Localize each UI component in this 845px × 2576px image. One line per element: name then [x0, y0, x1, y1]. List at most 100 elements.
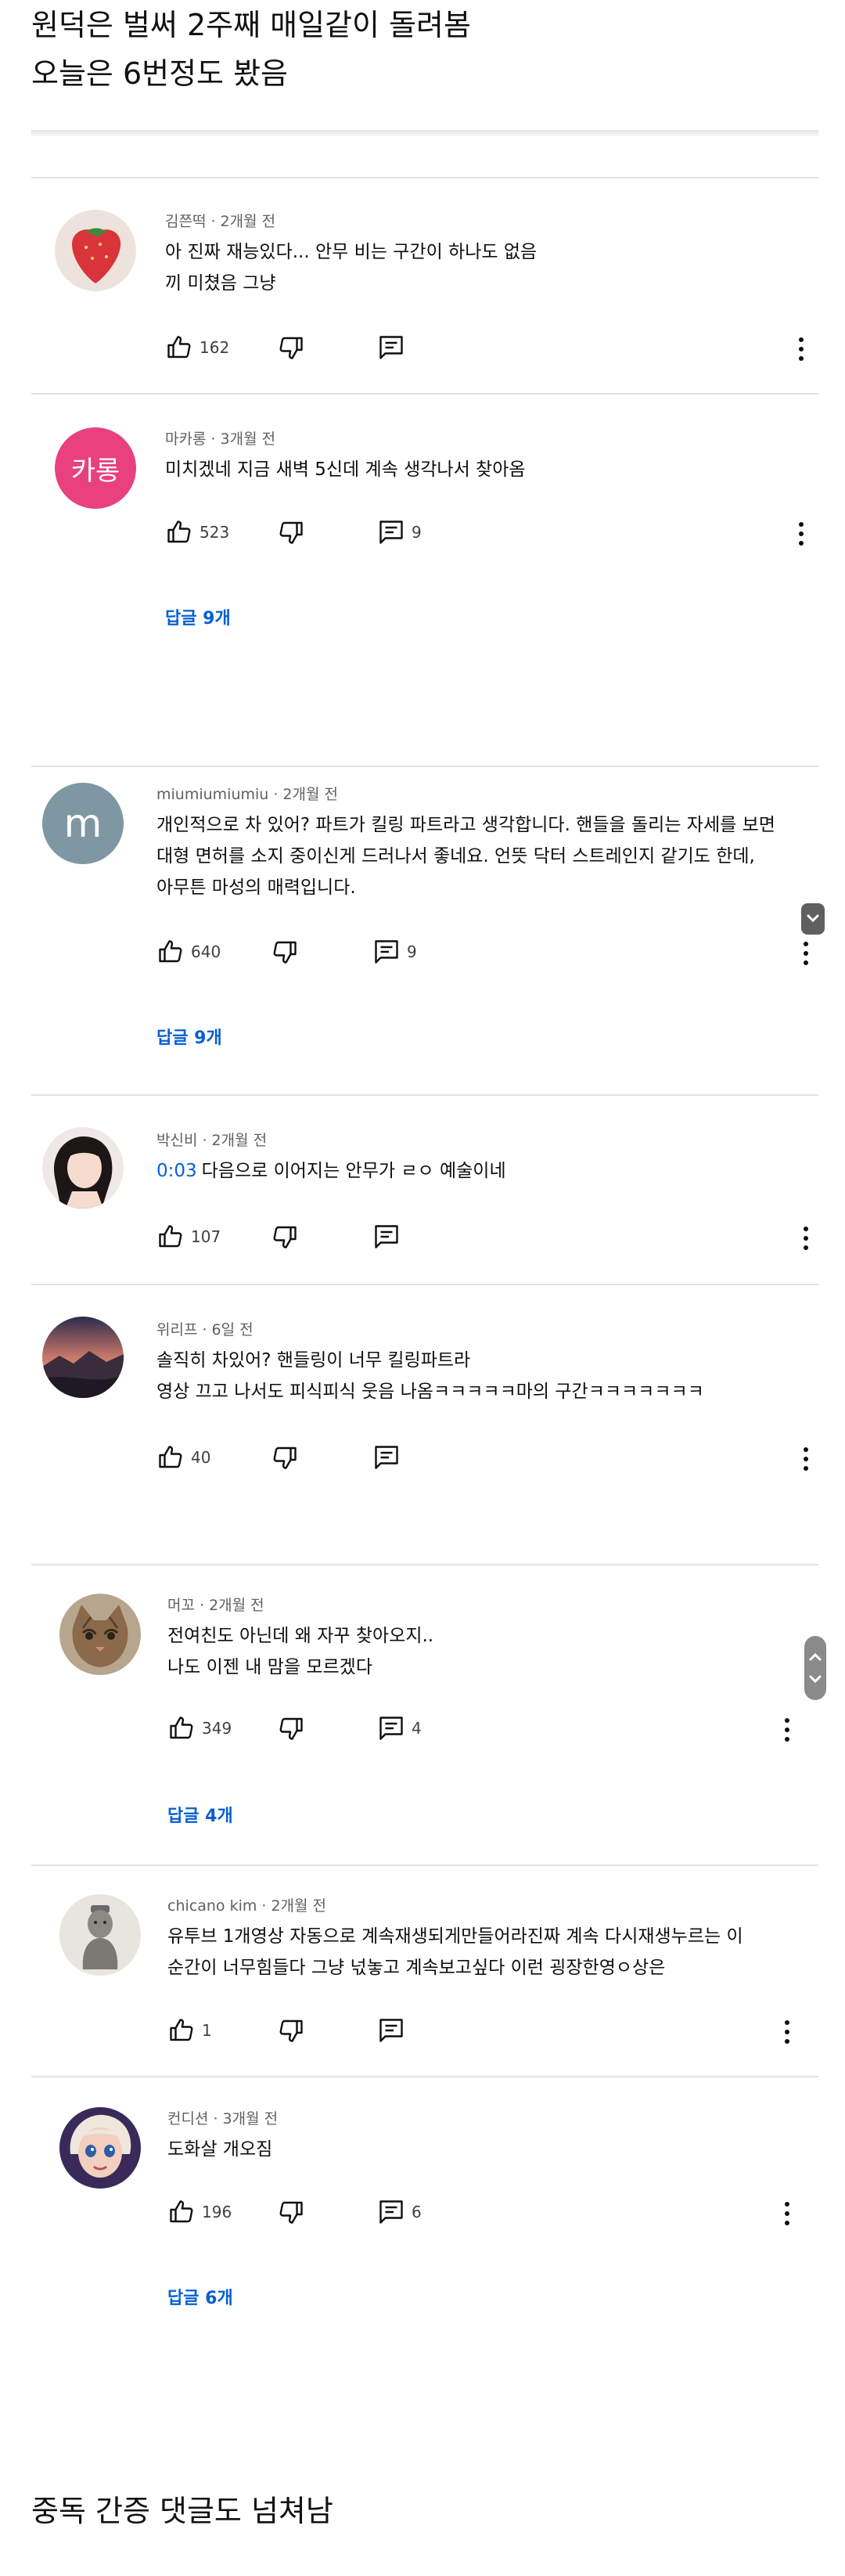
comment-divider: [31, 177, 818, 178]
dislike-button[interactable]: [277, 332, 305, 363]
reply-button[interactable]: [377, 2015, 405, 2046]
more-options-icon[interactable]: [796, 333, 806, 365]
comment-author-meta[interactable]: miumiumiumiu · 2개월 전: [156, 783, 338, 804]
comment-reply-icon: [375, 1225, 398, 1248]
comment-reply-icon: [375, 940, 398, 964]
view-replies-link[interactable]: 답글 9개: [165, 604, 231, 629]
dislike-button[interactable]: [277, 2196, 305, 2228]
dislike-button[interactable]: [271, 936, 299, 967]
comment-text: 개인적으로 차 있어? 파트가 킬링 파트라고 생각합니다. 핸들을 돌리는 자…: [156, 809, 814, 903]
like-button[interactable]: 40: [156, 1442, 210, 1473]
scroll-up-down-control-icon[interactable]: [804, 1636, 826, 1700]
reply-count: 9: [407, 942, 417, 961]
thumbs-up-icon: [167, 521, 191, 543]
like-button[interactable]: 107: [156, 1221, 221, 1252]
post-headline-line2: 오늘은 6번정도 봤음: [31, 56, 289, 91]
dislike-button[interactable]: [277, 2015, 305, 2046]
more-options-icon[interactable]: [801, 1223, 811, 1254]
comment-text: 전여친도 아닌데 왜 자꾸 찾아오지.. 나도 이젠 내 맘을 모르겠다: [167, 1620, 840, 1683]
comment-text-line: 개인적으로 차 있어? 파트가 킬링 파트라고 생각합니다. 핸들을 돌리는 자…: [156, 815, 775, 835]
like-button[interactable]: 162: [165, 332, 229, 363]
girl-portrait-avatar-image: [42, 1127, 124, 1209]
more-options-icon[interactable]: [801, 1443, 811, 1475]
dislike-button[interactable]: [277, 1713, 305, 1744]
like-count: 107: [191, 1227, 221, 1246]
comment-author-meta[interactable]: 박신비 · 2개월 전: [156, 1129, 267, 1150]
comment-author-meta[interactable]: chicano kim · 2개월 전: [167, 1894, 326, 1915]
thumbs-down-icon: [279, 521, 303, 544]
comment-author-meta[interactable]: 컨디션 · 3개월 전: [167, 2107, 278, 2128]
comment-text-line: 대형 면허를 소지 중이신게 드러나서 좋네요. 언뜻 닥터 스트레인지 같기도…: [156, 846, 755, 866]
like-button[interactable]: 1: [167, 2015, 212, 2046]
like-button[interactable]: 196: [167, 2196, 232, 2228]
figurine-avatar-image: [59, 1894, 141, 1976]
view-replies-link[interactable]: 답글 6개: [167, 2284, 233, 2309]
reply-button[interactable]: [372, 1442, 401, 1473]
like-count: 523: [200, 523, 230, 542]
reply-count: 4: [412, 1719, 422, 1738]
reply-button[interactable]: 9: [372, 936, 417, 967]
scroll-down-indicator-icon[interactable]: [801, 903, 825, 935]
more-options-icon[interactable]: [796, 518, 806, 549]
comment-text-line: 도화살 개오짐: [167, 2139, 273, 2160]
dislike-button[interactable]: [271, 1442, 299, 1473]
reply-count: 9: [412, 523, 422, 542]
view-replies-link[interactable]: 답글 4개: [167, 1802, 233, 1827]
post-headline-line1: 원덕은 벌써 2주째 매일같이 돌려봄: [31, 8, 471, 42]
comment-text-line: 끼 미쳤음 그냥: [165, 273, 276, 294]
like-button[interactable]: 523: [165, 517, 229, 548]
like-count: 40: [191, 1448, 211, 1467]
dislike-button[interactable]: [271, 1221, 299, 1252]
thumbs-down-icon: [279, 2201, 303, 2224]
dislike-button[interactable]: [277, 517, 305, 548]
view-replies-link[interactable]: 답글 9개: [156, 1024, 222, 1049]
like-button[interactable]: 640: [156, 936, 221, 967]
reply-button[interactable]: 9: [377, 517, 422, 548]
like-count: 640: [191, 942, 221, 961]
avatar[interactable]: 카롱: [55, 427, 136, 509]
comment-text-line: 아무튼 마성의 매력입니다.: [156, 877, 356, 898]
thumbs-down-icon: [279, 1717, 303, 1740]
thumbs-down-icon: [273, 1226, 297, 1248]
avatar-initials: 카롱: [70, 455, 120, 487]
post-caption: 중독 간증 댓글도 넘쳐남: [31, 2494, 333, 2528]
comment-divider: [31, 1284, 818, 1285]
like-count: 349: [202, 1719, 232, 1738]
comment-text-line: 아 진짜 재능있다... 안무 비는 구간이 하나도 없음: [165, 242, 538, 262]
comment-text-line: 미치겠네 지금 새벽 5신데 계속 생각나서 찾아옴: [165, 459, 526, 480]
comment-text: 0:03 다음으로 이어지는 안무가 ㄹㅇ 예술이네: [156, 1155, 829, 1187]
video-timestamp-link[interactable]: 0:03: [156, 1161, 197, 1181]
comment-divider: [31, 2076, 818, 2077]
comment-divider: [31, 1864, 818, 1866]
thumbs-up-icon: [167, 336, 191, 358]
reply-button[interactable]: 6: [377, 2196, 422, 2228]
reply-button[interactable]: [372, 1221, 401, 1252]
reply-count: 6: [412, 2203, 422, 2221]
avatar[interactable]: [59, 1594, 141, 1675]
comment-author-meta[interactable]: 김쯘떡 · 2개월 전: [165, 210, 275, 231]
avatar[interactable]: m: [42, 783, 124, 864]
more-options-icon[interactable]: [782, 1714, 792, 1746]
comment-text-line: 다음으로 이어지는 안무가 ㄹㅇ 예술이네: [201, 1161, 506, 1181]
thumbs-up-icon: [170, 1717, 193, 1739]
comment-author-meta[interactable]: 마카롱 · 3개월 전: [165, 427, 275, 449]
avatar[interactable]: [59, 2107, 141, 2189]
comment-author-meta[interactable]: 머꼬 · 2개월 전: [167, 1594, 264, 1615]
reply-button[interactable]: 4: [377, 1713, 422, 1744]
comment-text: 도화살 개오짐: [167, 2134, 840, 2165]
thumbs-up-icon: [170, 2200, 193, 2223]
avatar[interactable]: [42, 1317, 124, 1398]
comment-author-meta[interactable]: 위리프 · 6일 전: [156, 1318, 254, 1339]
more-options-icon[interactable]: [801, 938, 811, 969]
avatar-initials: m: [63, 801, 102, 846]
like-button[interactable]: 349: [167, 1713, 232, 1744]
avatar[interactable]: [55, 210, 136, 291]
thumbs-up-icon: [159, 940, 182, 963]
avatar[interactable]: [42, 1127, 124, 1209]
avatar[interactable]: [59, 1894, 141, 1976]
divider-shadow: [31, 130, 818, 136]
more-options-icon[interactable]: [782, 2016, 792, 2048]
more-options-icon[interactable]: [782, 2198, 792, 2229]
reply-button[interactable]: [377, 332, 405, 363]
thumbs-down-icon: [273, 1447, 297, 1469]
